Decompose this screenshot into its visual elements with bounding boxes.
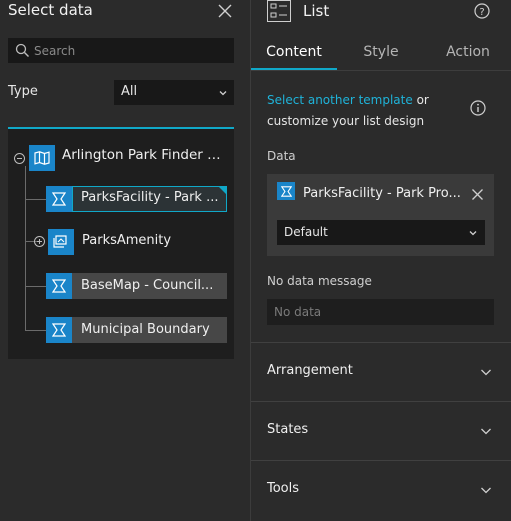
tab-content[interactable]: Content — [251, 44, 337, 60]
data-source-name: ParksFacility - Park Pro... — [303, 186, 461, 201]
layer-group-icon — [48, 229, 74, 255]
feature-layer-icon — [277, 182, 295, 200]
panel-title: Select data — [8, 1, 93, 19]
remove-data-icon[interactable] — [471, 188, 484, 201]
map-icon — [29, 145, 55, 171]
list-widget-icon — [267, 0, 291, 22]
chevron-down-icon — [219, 91, 227, 96]
tree-item-label: ParksFacility - Park ... — [81, 190, 219, 205]
help-icon[interactable]: ? — [474, 3, 490, 19]
select-data-panel: Select data Type All Arlington Park Find… — [0, 0, 250, 521]
info-icon[interactable] — [470, 100, 486, 116]
tree-item-label: Municipal Boundary — [81, 322, 210, 337]
svg-text:?: ? — [479, 7, 484, 18]
no-data-label: No data message — [267, 274, 372, 288]
list-settings-panel: List ? Content Style Action Select anoth… — [251, 0, 511, 521]
type-label: Type — [8, 84, 38, 99]
section-tools[interactable]: Tools — [251, 460, 511, 519]
widget-title: List — [303, 2, 330, 20]
expand-toggle[interactable] — [34, 236, 45, 247]
data-view-select[interactable]: Default — [277, 220, 485, 245]
select-template-link[interactable]: Select another template — [267, 93, 413, 107]
section-label: Tools — [267, 481, 300, 496]
chevron-down-icon — [469, 231, 477, 236]
feature-layer-icon — [46, 273, 72, 299]
chevron-down-icon — [481, 487, 491, 494]
tree-root-label[interactable]: Arlington Park Finder M... — [62, 147, 230, 163]
section-label: Arrangement — [267, 363, 353, 378]
feature-layer-icon — [46, 186, 72, 212]
section-arrangement[interactable]: Arrangement — [251, 342, 511, 401]
no-data-input[interactable] — [267, 299, 494, 325]
tab-action[interactable]: Action — [425, 44, 511, 60]
type-select-value: All — [121, 84, 138, 99]
data-view-value: Default — [284, 225, 328, 239]
search-input[interactable] — [34, 38, 230, 63]
chevron-down-icon — [481, 369, 491, 376]
section-label: States — [267, 422, 309, 437]
close-icon[interactable] — [216, 2, 234, 20]
tree-item-label: BaseMap - Council... — [81, 278, 214, 293]
active-tab-indicator — [251, 68, 337, 70]
data-source-card: ParksFacility - Park Pro... Default — [267, 174, 494, 256]
search-box — [8, 38, 234, 63]
collapse-toggle[interactable] — [14, 153, 25, 164]
data-label: Data — [267, 149, 296, 163]
type-select[interactable]: All — [114, 80, 234, 105]
feature-layer-icon — [46, 317, 72, 343]
tab-style[interactable]: Style — [338, 44, 424, 60]
tree-item-parks-amenity[interactable]: ParksAmenity — [82, 233, 222, 248]
search-icon — [15, 43, 29, 57]
section-states[interactable]: States — [251, 401, 511, 460]
data-tree: Arlington Park Finder M... ParksFacility… — [8, 127, 234, 359]
chevron-down-icon — [481, 428, 491, 435]
template-hint: Select another template or customize you… — [267, 90, 472, 132]
